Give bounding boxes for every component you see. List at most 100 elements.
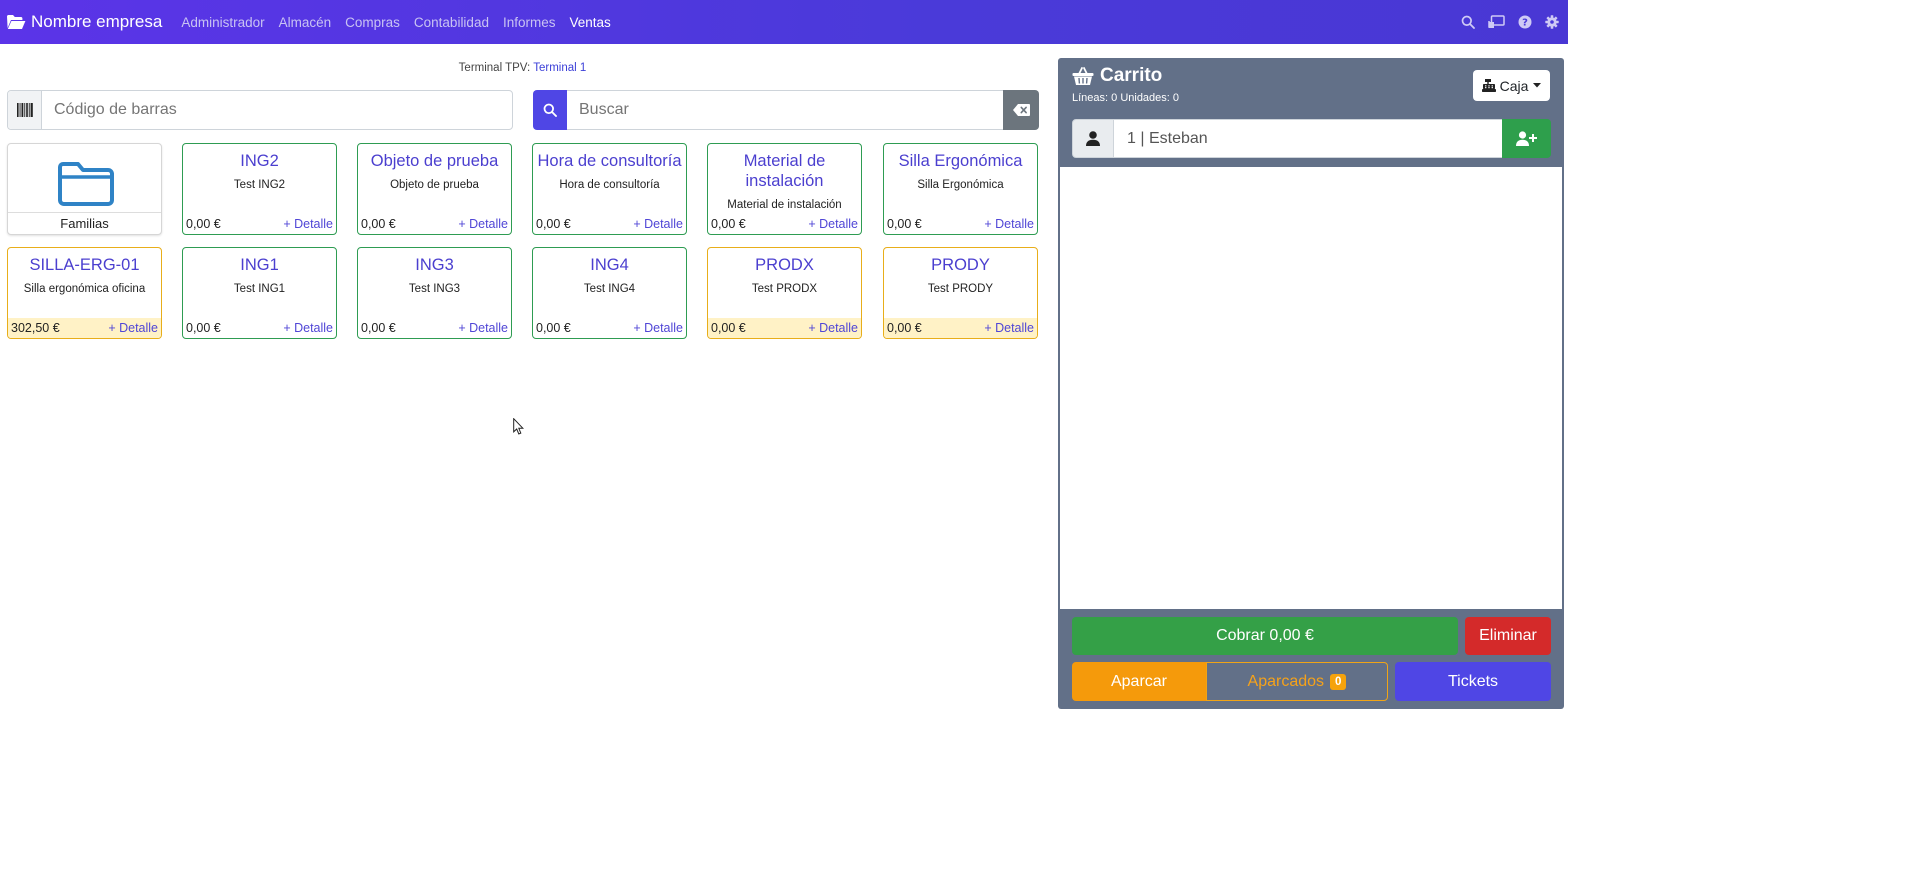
search-icon[interactable] [1461,15,1475,29]
barcode-input[interactable] [42,91,512,129]
customer-input[interactable]: 1 | Esteban [1114,119,1502,158]
product-detail-link[interactable]: + Detalle [283,217,333,231]
product-price: 0,00 € [186,217,221,231]
aparcados-button[interactable]: Aparcados 0 [1206,662,1388,701]
product-detail-link[interactable]: + Detalle [984,321,1034,335]
product-title: Silla Ergonómica [898,152,1023,170]
product-description: Silla Ergonómica [917,179,1004,191]
product-title: ING4 [590,256,629,274]
product-price: 0,00 € [536,321,571,335]
eliminar-button[interactable]: Eliminar [1465,617,1551,655]
product-card[interactable]: PRODY Test PRODY 0,00 € + Detalle [883,247,1038,339]
nav-administrador[interactable]: Administrador [181,15,264,30]
help-icon[interactable]: ? [1518,15,1532,29]
families-card[interactable]: Familias [7,143,162,235]
barcode-addon [8,91,42,129]
product-price: 0,00 € [711,217,746,231]
product-card[interactable]: ING1 Test ING1 0,00 € + Detalle [182,247,337,339]
product-detail-link[interactable]: + Detalle [458,217,508,231]
cart-title-text: Carrito [1100,65,1163,86]
nav-almacen[interactable]: Almacén [279,15,332,30]
customer-addon [1072,119,1114,158]
product-card[interactable]: Objeto de prueba Objeto de prueba 0,00 €… [357,143,512,235]
basket-icon [1072,66,1094,85]
product-card[interactable]: ING3 Test ING3 0,00 € + Detalle [357,247,512,339]
search-field [533,90,1039,130]
product-card[interactable]: ING4 Test ING4 0,00 € + Detalle [532,247,687,339]
product-detail-link[interactable]: + Detalle [283,321,333,335]
aparcados-count-badge: 0 [1330,673,1347,690]
cart-title: Carrito [1072,65,1162,87]
caja-dropdown-button[interactable]: Caja [1473,70,1550,101]
cart-lines-area [1060,167,1562,609]
product-card[interactable]: ING2 Test ING2 0,00 € + Detalle [182,143,337,235]
product-detail-link[interactable]: + Detalle [633,217,683,231]
product-description: Silla ergonómica oficina [23,283,146,295]
cart-summary: Líneas: 0 Unidades: 0 [1072,92,1180,104]
user-plus-icon [1516,131,1537,146]
product-detail-link[interactable]: + Detalle [633,321,683,335]
barcode-field [7,90,513,130]
product-title: ING2 [240,152,279,170]
nav-ventas[interactable]: Ventas [570,15,611,30]
product-price: 0,00 € [711,321,746,335]
screen-share-icon[interactable] [1488,15,1505,29]
product-card[interactable]: SILLA-ERG-01 Silla ergonómica oficina 30… [7,247,162,339]
product-detail-link[interactable]: + Detalle [808,217,858,231]
product-title: PRODY [931,256,990,274]
product-card[interactable]: PRODX Test PRODX 0,00 € + Detalle [707,247,862,339]
add-customer-button[interactable] [1502,119,1551,158]
customer-field: 1 | Esteban [1072,119,1551,158]
aparcados-label: Aparcados [1247,672,1325,690]
product-title: SILLA-ERG-01 [29,256,140,274]
product-footer: 0,00 € + Detalle [708,214,861,234]
product-footer: 0,00 € + Detalle [358,214,511,234]
nav-compras[interactable]: Compras [345,15,400,30]
tickets-button[interactable]: Tickets [1395,662,1551,701]
product-price: 0,00 € [887,217,922,231]
product-detail-link[interactable]: + Detalle [984,217,1034,231]
product-price: 0,00 € [536,217,571,231]
product-title: ING1 [240,256,279,274]
product-title: Material de instalación [743,152,826,190]
aparcar-button[interactable]: Aparcar [1072,662,1206,701]
product-card[interactable]: Hora de consultoría Hora de consultoría … [532,143,687,235]
clear-search-button[interactable] [1003,90,1039,130]
folder-open-icon [7,15,26,29]
product-card[interactable]: Silla Ergonómica Silla Ergonómica 0,00 €… [883,143,1038,235]
product-title: Hora de consultoría [537,152,682,170]
search-button[interactable] [533,90,567,130]
nav-informes[interactable]: Informes [503,15,556,30]
user-icon [1086,131,1100,146]
product-detail-link[interactable]: + Detalle [808,321,858,335]
cart-panel: Carrito Líneas: 0 Unidades: 0 Caja 1 | E… [1058,58,1564,709]
terminal-name[interactable]: Terminal 1 [533,62,586,74]
mouse-cursor-icon [513,418,524,435]
product-description: Test ING3 [408,283,461,295]
product-footer: 0,00 € + Detalle [884,318,1037,338]
product-price: 0,00 € [887,321,922,335]
product-price: 302,50 € [11,321,60,335]
product-title: ING3 [415,256,454,274]
product-card[interactable]: Material de instalación Material de inst… [707,143,862,235]
product-price: 0,00 € [361,321,396,335]
brand-link[interactable]: Nombre empresa [6,12,162,32]
main-menu: Administrador Almacén Compras Contabilid… [181,15,624,30]
search-icon [543,103,557,117]
product-price: 0,00 € [361,217,396,231]
product-description: Test ING2 [233,179,286,191]
navbar-tools: ? [1448,0,1559,44]
top-navbar: Nombre empresa Administrador Almacén Com… [0,0,1568,44]
cobrar-button[interactable]: Cobrar 0,00 € [1072,617,1458,655]
search-input[interactable] [567,90,1003,130]
product-detail-link[interactable]: + Detalle [108,321,158,335]
product-footer: 0,00 € + Detalle [183,318,336,338]
cash-register-icon [1481,79,1496,92]
product-description: Test ING1 [233,283,286,295]
product-footer: 302,50 € + Detalle [8,318,161,338]
nav-contabilidad[interactable]: Contabilidad [414,15,489,30]
settings-icon[interactable] [1545,15,1559,29]
product-detail-link[interactable]: + Detalle [458,321,508,335]
caja-label: Caja [1499,77,1529,94]
svg-text:?: ? [1522,18,1528,29]
